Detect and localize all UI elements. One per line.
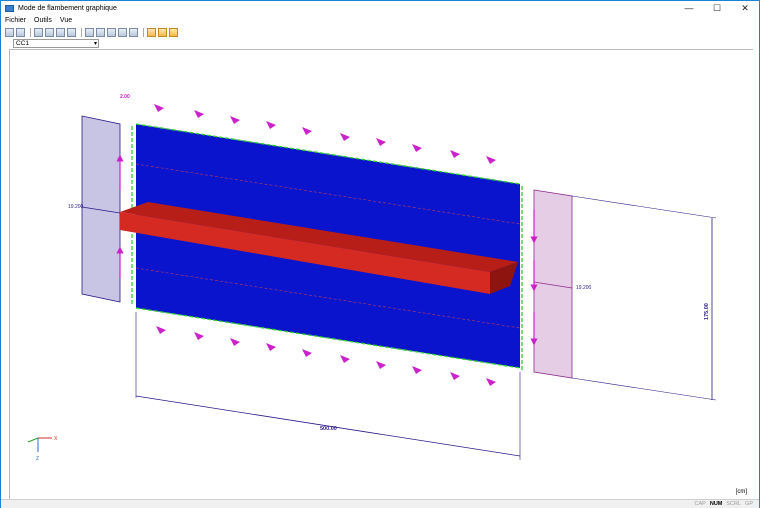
app-icon [5,4,14,12]
load-arrow [486,156,496,164]
load-arrow [412,144,422,152]
menu-vue[interactable]: Vue [56,17,76,24]
show-values-toggle-icon[interactable] [158,27,167,37]
dim-height-ext-top [571,195,717,219]
show-loads-toggle-icon[interactable] [147,27,156,37]
dim-height-ext-bottom [571,377,717,401]
load-label: 2.00 [120,94,130,100]
toolbar [1,26,759,38]
window-title: Mode de flambement graphique [18,4,117,12]
close-button[interactable]: ✕ [731,1,759,15]
view-iso-icon[interactable] [118,27,127,37]
y-axis-icon [27,437,39,443]
title-bar[interactable]: Mode de flambement graphique — ☐ ✕ [1,1,759,15]
z-axis-label: Z [36,456,39,462]
units-label: [cm] [735,489,747,495]
print-icon[interactable] [5,27,14,37]
load-arrow [340,133,350,141]
select-icon[interactable] [34,27,43,37]
load-arrow [302,127,312,135]
menu-bar: Fichier Outils Vue [1,15,759,25]
load-arrow [230,116,240,124]
load-case-value: CC1 [16,40,30,47]
maximize-button[interactable]: ☐ [703,1,731,15]
menu-fichier[interactable]: Fichier [1,17,30,24]
status-scrl: SCRL [726,501,742,507]
load-arrow [266,343,276,351]
right-stress-label: 19.200 [576,285,592,291]
load-arrow [376,361,386,369]
load-arrow [266,121,276,129]
view-y-icon[interactable] [96,27,105,37]
load-arrow [194,110,204,118]
right-stress-diagram [533,189,573,379]
minimize-button[interactable]: — [675,1,703,15]
dim-length-label: 500.00 [320,426,337,432]
zoom-icon[interactable] [45,27,54,37]
load-arrow [302,349,312,357]
status-gp: GP [745,501,753,507]
x-axis-label: X [54,436,58,442]
dim-height-label: 175.00 [704,303,710,320]
status-num: NUM [709,501,723,507]
toolbar-separator [143,27,144,37]
load-arrow [194,332,204,340]
load-case-select[interactable]: CC1 ▾ [13,39,99,48]
load-arrow [230,338,240,346]
show-dimensions-toggle-icon[interactable] [169,27,178,37]
load-arrow [486,378,496,386]
buckling-drawing: 19.200 19.200 2.00 500.00 175.00 X Z [27,94,717,462]
chevron-down-icon[interactable]: ▾ [94,40,97,48]
status-bar: CAP NUM SCRL GP [1,499,759,508]
load-arrow [450,372,460,380]
load-arrow [450,150,460,158]
rotate-icon[interactable] [67,27,76,37]
view-z-icon[interactable] [107,27,116,37]
zoom-all-icon[interactable] [56,27,65,37]
load-arrow [340,355,350,363]
export-icon[interactable] [16,27,25,37]
render-icon[interactable] [129,27,138,37]
status-cap: CAP [694,501,706,507]
buckling-mode-window: Mode de flambement graphique — ☐ ✕ Fichi… [0,0,760,508]
toolbar-separator [81,27,82,37]
left-stress-label: 19.200 [68,204,84,210]
load-arrow [376,138,386,146]
left-stress-diagram [81,115,121,303]
load-arrow [156,326,166,334]
load-case-row: CC1 ▾ [1,39,759,49]
graphics-viewport[interactable]: 19.200 19.200 2.00 500.00 175.00 X Z [cm… [9,49,753,499]
axis-triad: X Z [27,436,58,462]
load-arrow [412,366,422,374]
load-arrow [154,104,164,112]
menu-outils[interactable]: Outils [30,17,56,24]
toolbar-separator [30,27,31,37]
view-x-icon[interactable] [85,27,94,37]
